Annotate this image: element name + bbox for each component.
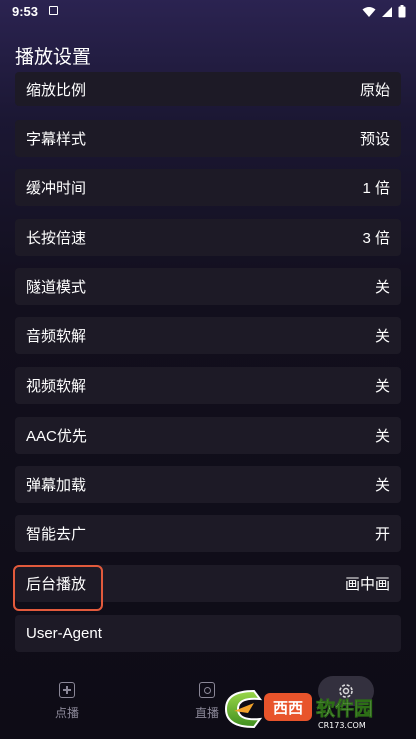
setting-value: 原始	[359, 81, 390, 99]
status-time: 9:53	[12, 4, 39, 19]
signal-icon	[382, 6, 392, 17]
setting-row-aac-priority[interactable]: AAC优先 关	[15, 417, 401, 454]
setting-label: 隧道模式	[26, 279, 87, 296]
camera-icon	[199, 682, 215, 698]
setting-label: 视频软解	[26, 378, 87, 395]
status-bar: 9:53	[0, 0, 416, 24]
setting-label: User-Agent	[26, 625, 102, 642]
watermark-url: CR173.COM	[318, 721, 366, 730]
add-box-icon	[59, 682, 75, 698]
setting-row-buffer-time[interactable]: 缓冲时间 1 倍	[15, 169, 401, 206]
wifi-icon	[362, 6, 376, 17]
nav-label: 直播	[195, 706, 220, 720]
setting-value: 开	[374, 526, 390, 543]
svg-text:西西: 西西	[273, 699, 303, 717]
nav-label: 点播	[55, 706, 80, 720]
setting-row-video-soft-decode[interactable]: 视频软解 关	[15, 367, 401, 404]
watermark-text: 软件园	[316, 697, 373, 720]
setting-label: 弹幕加载	[26, 477, 87, 494]
status-icons	[362, 5, 406, 18]
setting-value: 3 倍	[362, 230, 390, 247]
notification-icon	[49, 6, 58, 15]
page-title: 播放设置	[15, 47, 92, 68]
setting-label: 智能去广	[26, 526, 87, 543]
setting-value: 关	[374, 328, 390, 345]
setting-row-subtitle-style[interactable]: 字幕样式 预设	[15, 120, 401, 157]
setting-label: 缩放比例	[26, 81, 87, 99]
setting-value: 关	[374, 279, 390, 296]
setting-label: 字幕样式	[26, 131, 87, 148]
setting-label: 长按倍速	[26, 230, 87, 247]
setting-value: 关	[374, 378, 390, 395]
setting-row-audio-soft-decode[interactable]: 音频软解 关	[15, 317, 401, 354]
setting-value: 画中画	[344, 576, 390, 593]
setting-label: 缓冲时间	[26, 180, 87, 197]
nav-item-live[interactable]: 直播	[195, 682, 219, 721]
setting-row-long-press-speed[interactable]: 长按倍速 3 倍	[15, 219, 401, 256]
setting-row-user-agent[interactable]: User-Agent	[15, 615, 401, 652]
setting-row-tunnel-mode[interactable]: 隧道模式 关	[15, 268, 401, 305]
setting-row-smart-ad-remove[interactable]: 智能去广 开	[15, 515, 401, 552]
setting-label: 音频软解	[26, 328, 87, 345]
setting-row-danmaku-load[interactable]: 弹幕加载 关	[15, 466, 401, 503]
setting-value: 1 倍	[362, 180, 390, 197]
setting-value: 预设	[359, 131, 390, 148]
setting-row-scale[interactable]: 缩放比例 原始	[15, 72, 401, 106]
nav-item-vod[interactable]: 点播	[55, 682, 79, 721]
watermark-logo: 西西 软件园 CR173.COM	[224, 689, 373, 730]
battery-icon	[398, 5, 406, 18]
setting-label: AAC优先	[26, 428, 87, 445]
setting-value: 关	[374, 428, 390, 445]
highlight-annotation	[13, 565, 103, 611]
setting-value: 关	[374, 477, 390, 494]
